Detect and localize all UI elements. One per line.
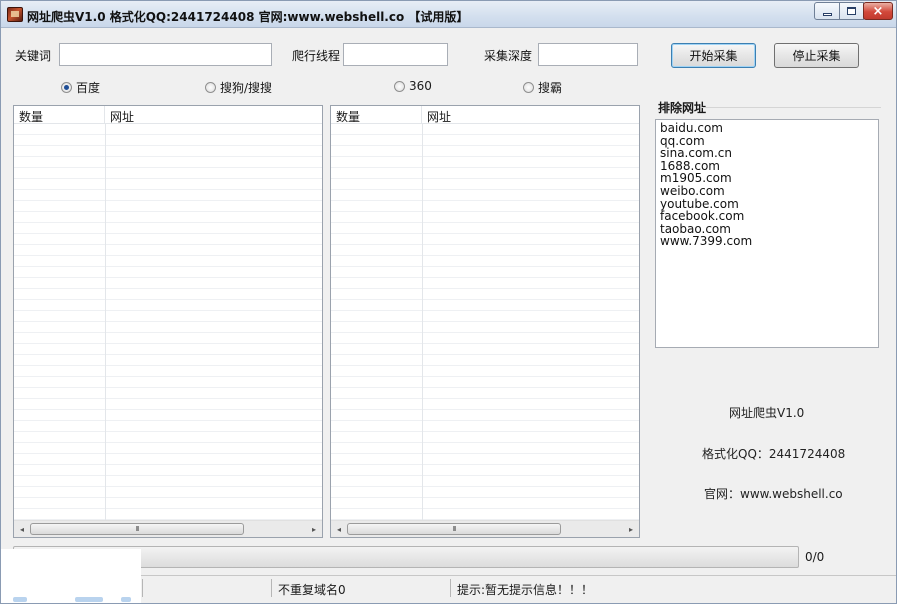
maximize-icon <box>847 7 856 15</box>
scroll-left-icon[interactable]: ◂ <box>14 521 30 537</box>
radio-label: 百度 <box>76 81 101 95</box>
column-header-count[interactable]: 数量 <box>331 106 422 124</box>
status-hint: 提示:暂无提示信息！！！ <box>457 583 594 597</box>
stop-collect-button[interactable]: 停止采集 <box>774 43 859 68</box>
radio-label: 搜霸 <box>538 81 563 95</box>
exclude-url-line: baidu.com <box>660 121 723 135</box>
radio-icon <box>205 82 216 93</box>
radio-souba[interactable]: 搜霸 <box>523 79 562 96</box>
start-collect-button[interactable]: 开始采集 <box>671 43 756 68</box>
threads-label: 爬行线程 <box>292 49 341 63</box>
progress-count: 0/0 <box>805 550 825 564</box>
keyword-label: 关键词 <box>15 49 52 63</box>
radio-label: 搜狗/搜搜 <box>220 81 273 95</box>
column-header-count[interactable]: 数量 <box>14 106 105 124</box>
horizontal-scrollbar[interactable]: ◂ III ▸ <box>14 520 322 537</box>
list-header: 数量 网址 <box>14 106 322 124</box>
status-unique-domains: 不重复域名0 <box>278 583 346 597</box>
overlay-mark <box>75 597 103 602</box>
app-icon <box>7 7 23 22</box>
depth-label: 采集深度 <box>484 49 533 63</box>
scroll-thumb[interactable]: III <box>30 523 244 535</box>
radio-icon <box>523 82 534 93</box>
scroll-thumb[interactable]: III <box>347 523 561 535</box>
right-result-list[interactable]: 数量 网址 ◂ III ▸ <box>330 105 640 538</box>
info-app-name: 网址爬虫V1.0 <box>729 406 805 420</box>
column-header-url[interactable]: 网址 <box>105 106 322 124</box>
info-site: 官网：www.webshell.co <box>704 487 843 501</box>
threads-input[interactable] <box>343 43 448 66</box>
depth-input[interactable] <box>538 43 638 66</box>
scroll-right-icon[interactable]: ▸ <box>623 521 639 537</box>
column-divider <box>105 124 106 520</box>
exclude-url-line: www.7399.com <box>660 234 753 249</box>
radio-baidu[interactable]: 百度 <box>61 79 100 96</box>
radio-360[interactable]: 360 <box>394 79 432 93</box>
radio-label: 360 <box>409 79 432 93</box>
scroll-right-icon[interactable]: ▸ <box>306 521 322 537</box>
radio-selected-icon <box>61 82 72 93</box>
left-result-list[interactable]: 数量 网址 ◂ III ▸ <box>13 105 323 538</box>
status-separator <box>450 579 451 597</box>
radio-icon <box>394 80 405 92</box>
list-header: 数量 网址 <box>331 106 639 124</box>
overlay-mark <box>121 597 131 602</box>
status-separator <box>271 579 272 597</box>
list-body <box>331 124 639 520</box>
keyword-input[interactable] <box>59 43 272 66</box>
radio-sogou[interactable]: 搜狗/搜搜 <box>205 79 272 96</box>
list-body <box>14 124 322 520</box>
horizontal-scrollbar[interactable]: ◂ III ▸ <box>331 520 639 537</box>
info-qq: 格式化QQ：2441724408 <box>702 447 846 461</box>
overlay-blank-area <box>1 549 141 603</box>
exclude-url-line: sina.com.cn <box>660 146 733 161</box>
maximize-button[interactable] <box>839 2 864 20</box>
column-header-url[interactable]: 网址 <box>422 106 639 124</box>
exclude-group-title: 排除网址 <box>658 101 707 115</box>
minimize-icon <box>822 12 832 16</box>
overlay-mark <box>13 597 27 602</box>
column-divider <box>422 124 423 520</box>
main-window: 网址爬虫V1.0 格式化QQ:2441724408 官网:www.webshel… <box>0 0 897 604</box>
exclude-url-line: facebook.com <box>660 209 745 224</box>
title-bar[interactable]: 网址爬虫V1.0 格式化QQ:2441724408 官网:www.webshel… <box>1 1 896 28</box>
status-separator <box>142 579 143 597</box>
group-divider <box>701 107 881 108</box>
window-title: 网址爬虫V1.0 格式化QQ:2441724408 官网:www.webshel… <box>27 10 469 24</box>
close-button[interactable]: × <box>863 2 893 20</box>
exclude-url-line: weibo.com <box>660 183 725 198</box>
scroll-left-icon[interactable]: ◂ <box>331 521 347 537</box>
close-icon: × <box>872 3 884 19</box>
exclude-urls-textarea[interactable]: baidu.com qq.com sina.com.cn 1688.com m1905.… <box>655 119 879 348</box>
minimize-button[interactable] <box>814 2 840 20</box>
